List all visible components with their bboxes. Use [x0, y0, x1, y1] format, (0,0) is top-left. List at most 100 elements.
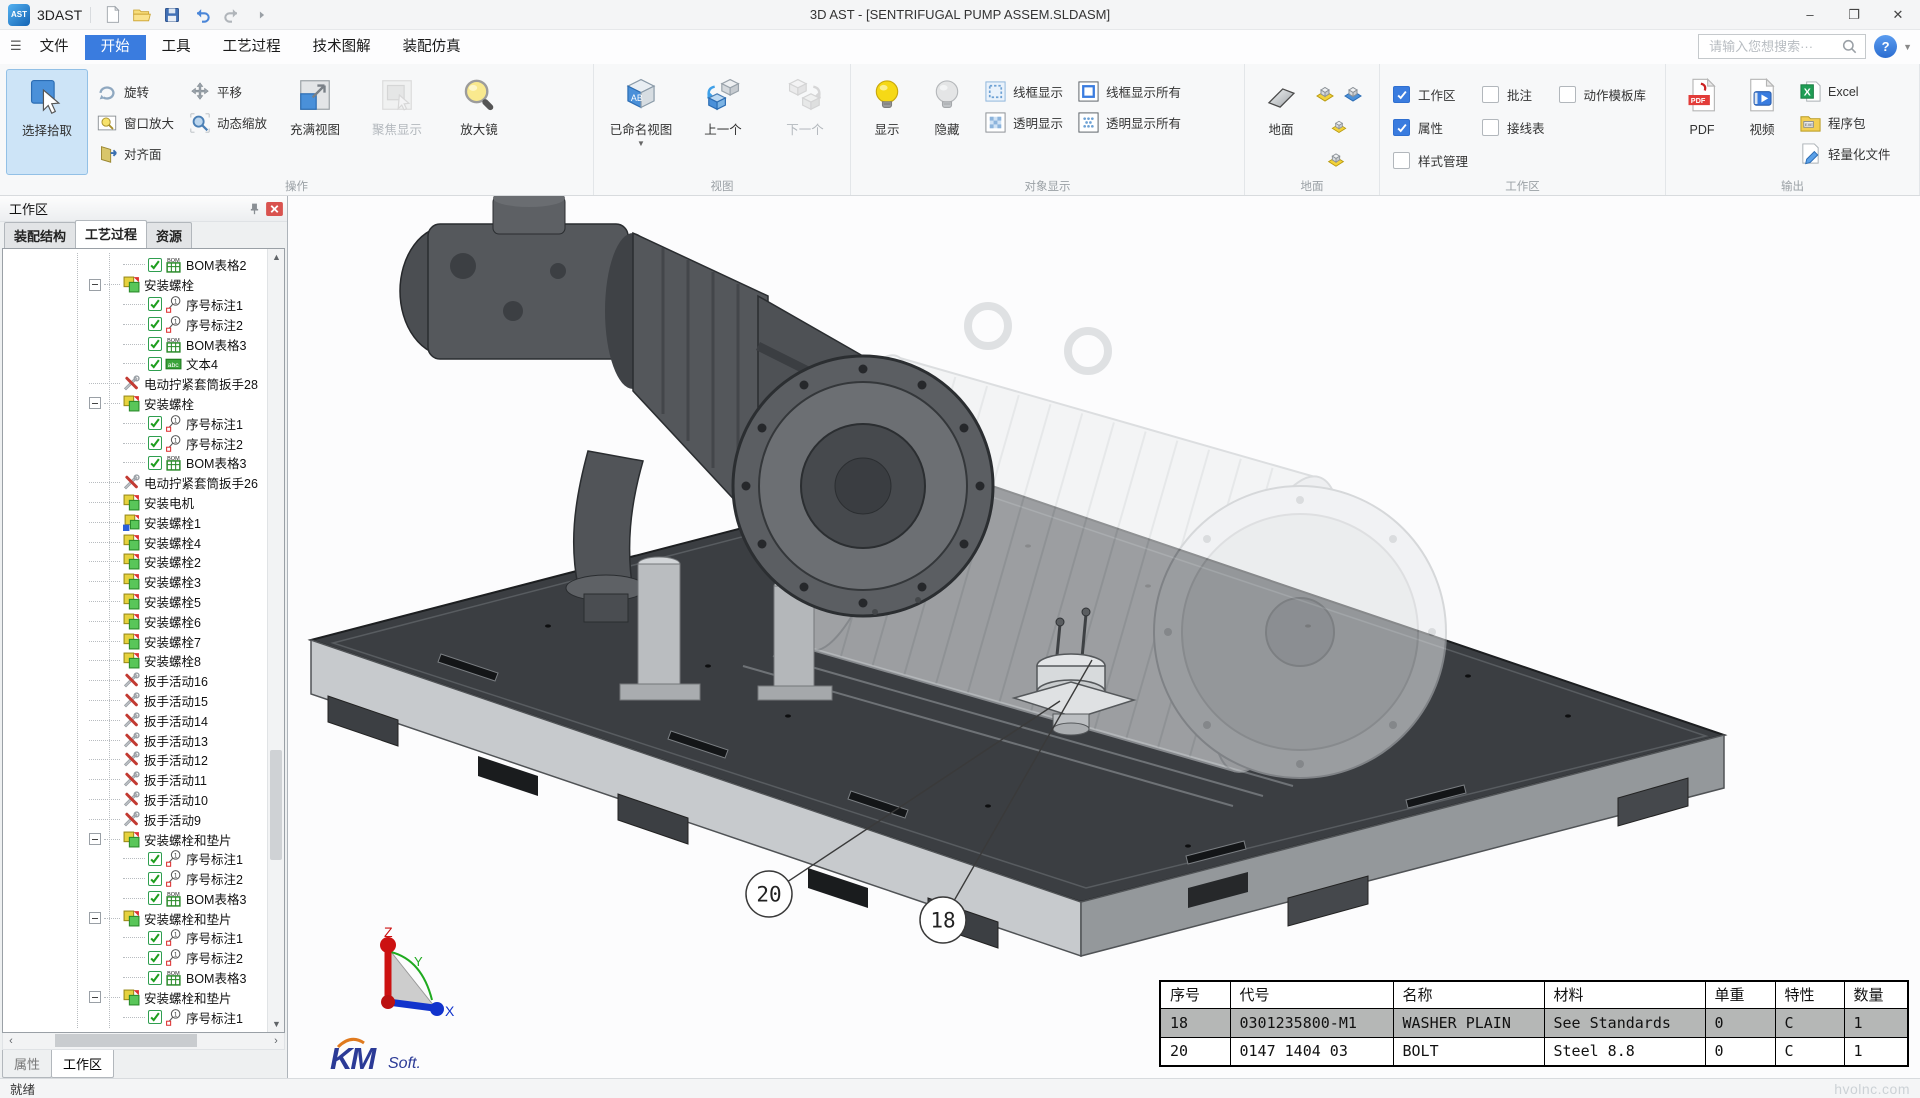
- ribbon-button-选择拾取[interactable]: 选择拾取: [6, 69, 88, 175]
- tree-item[interactable]: 1序号标注2: [3, 433, 267, 453]
- checkbox-icon[interactable]: [1393, 152, 1410, 169]
- tree-item[interactable]: 扳手活动10: [3, 790, 267, 810]
- ribbon-button-平移[interactable]: 平移: [188, 76, 267, 107]
- checkbox-checked-icon[interactable]: [148, 951, 162, 965]
- panel-tab-装配结构[interactable]: 装配结构: [4, 222, 76, 248]
- checkbox-checked-icon[interactable]: [148, 852, 162, 866]
- new-document-button[interactable]: [99, 3, 125, 27]
- menu-tab-装配仿真[interactable]: 装配仿真: [387, 35, 477, 60]
- ribbon-toggle-属性[interactable]: 属性: [1393, 111, 1468, 144]
- search-input[interactable]: [1707, 38, 1841, 55]
- cube-yellow-button[interactable]: [1313, 80, 1337, 104]
- checkbox-checked-icon[interactable]: [148, 456, 162, 470]
- tree-item[interactable]: 1序号标注1: [3, 1007, 267, 1027]
- ribbon-button-隐藏[interactable]: 隐藏: [917, 69, 977, 175]
- tree-item[interactable]: 电动拧紧套筒扳手26: [3, 473, 267, 493]
- tree-item[interactable]: 1序号标注1: [3, 295, 267, 315]
- checkbox-checked-icon[interactable]: [148, 1010, 162, 1024]
- cube-blue-button[interactable]: [1341, 80, 1365, 104]
- chevron-down-icon[interactable]: ▼: [637, 139, 645, 148]
- cube-yellow-2-button[interactable]: [1325, 147, 1347, 169]
- search-icon[interactable]: [1841, 38, 1858, 55]
- ribbon-button-动态缩放[interactable]: 动态缩放: [188, 107, 267, 138]
- tree-item[interactable]: 1序号标注1: [3, 928, 267, 948]
- checkbox-checked-icon[interactable]: [148, 891, 162, 905]
- ribbon-button-透明显示[interactable]: 透明显示: [984, 107, 1063, 138]
- tree-item[interactable]: 安装螺栓和垫片: [3, 908, 267, 928]
- scroll-down-icon[interactable]: ▼: [268, 1016, 285, 1032]
- redo-button[interactable]: [219, 3, 245, 27]
- menu-tab-文件[interactable]: 文件: [24, 35, 85, 60]
- tree-item[interactable]: 安装螺栓7: [3, 631, 267, 651]
- collapse-icon[interactable]: [89, 279, 101, 291]
- tree-item[interactable]: 扳手活动11: [3, 770, 267, 790]
- ribbon-button-上一个[interactable]: 上一个: [682, 69, 764, 175]
- tree-item[interactable]: 安装螺栓: [3, 275, 267, 295]
- checkbox-checked-icon[interactable]: [148, 416, 162, 430]
- tree-item[interactable]: 安装螺栓5: [3, 592, 267, 612]
- checkbox-checked-icon[interactable]: [148, 872, 162, 886]
- tree-item[interactable]: BOMBOM表格3: [3, 453, 267, 473]
- ribbon-button-Excel[interactable]: XExcel: [1799, 76, 1891, 107]
- menu-tab-开始[interactable]: 开始: [85, 35, 146, 60]
- tree-vertical-scrollbar[interactable]: ▲ ▼: [267, 249, 284, 1032]
- ribbon-button-PDF[interactable]: PDFPDF: [1672, 69, 1732, 175]
- tree-item[interactable]: 扳手活动16: [3, 671, 267, 691]
- tree-item[interactable]: 1序号标注1: [3, 413, 267, 433]
- ribbon-button-已命名视图[interactable]: AB已命名视图▼: [600, 69, 682, 175]
- ribbon-button-视频[interactable]: 视频: [1732, 69, 1792, 175]
- tree-item[interactable]: 1序号标注2: [3, 869, 267, 889]
- ribbon-toggle-样式管理[interactable]: 样式管理: [1393, 144, 1468, 177]
- ribbon-button-透明显示所有[interactable]: 透明显示所有: [1077, 107, 1181, 138]
- checkbox-checked-icon[interactable]: [148, 357, 162, 371]
- checkbox-checked-icon[interactable]: [148, 971, 162, 985]
- ribbon-button-线框显示所有[interactable]: 线框显示所有: [1077, 76, 1181, 107]
- scrollbar-thumb[interactable]: [270, 750, 282, 860]
- ribbon-toggle-批注[interactable]: 批注: [1482, 78, 1545, 111]
- checkbox-checked-icon[interactable]: [1393, 86, 1410, 103]
- more-button[interactable]: [249, 3, 275, 27]
- tree-item[interactable]: 安装螺栓和垫片: [3, 829, 267, 849]
- maximize-button[interactable]: ❐: [1832, 0, 1876, 30]
- viewport-3d[interactable]: 2018 Z Y X KM Soft. 序号代号名称材料单重特性数量180301…: [288, 196, 1920, 1078]
- ribbon-button-线框显示[interactable]: 线框显示: [984, 76, 1063, 107]
- ribbon-toggle-工作区[interactable]: 工作区: [1393, 78, 1468, 111]
- scroll-right-icon[interactable]: ›: [268, 1033, 284, 1048]
- checkbox-checked-icon[interactable]: [148, 317, 162, 331]
- menu-icon[interactable]: ☰: [10, 38, 22, 54]
- tree-item[interactable]: 电动拧紧套筒扳手28: [3, 374, 267, 394]
- scroll-up-icon[interactable]: ▲: [268, 249, 285, 265]
- ribbon-button-充满视图[interactable]: 充满视图: [274, 69, 356, 175]
- panel-bottom-tab-属性[interactable]: 属性: [2, 1050, 52, 1078]
- menu-tab-工艺过程[interactable]: 工艺过程: [207, 35, 297, 60]
- scroll-left-icon[interactable]: ‹: [3, 1033, 19, 1048]
- model-canvas[interactable]: 2018 Z Y X KM Soft.: [288, 196, 1920, 1078]
- panel-bottom-tab-工作区[interactable]: 工作区: [51, 1050, 114, 1078]
- tree-item[interactable]: 扳手活动14: [3, 710, 267, 730]
- search-box[interactable]: [1698, 34, 1866, 59]
- ribbon-toggle-动作模板库[interactable]: 动作模板库: [1559, 78, 1647, 111]
- tree-item[interactable]: 安装螺栓1: [3, 512, 267, 532]
- tree-item[interactable]: 扳手活动9: [3, 809, 267, 829]
- tree-item[interactable]: 扳手活动12: [3, 750, 267, 770]
- help-button[interactable]: ?: [1874, 35, 1897, 58]
- tree-item[interactable]: 安装螺栓8: [3, 651, 267, 671]
- minimize-button[interactable]: –: [1788, 0, 1832, 30]
- panel-tab-工艺过程[interactable]: 工艺过程: [75, 220, 147, 248]
- tree-item[interactable]: 安装螺栓2: [3, 552, 267, 572]
- collapse-icon[interactable]: [89, 991, 101, 1003]
- tree-item[interactable]: abc文本4: [3, 354, 267, 374]
- checkbox-checked-icon[interactable]: [148, 258, 162, 272]
- tree-item[interactable]: BOMBOM表格3: [3, 889, 267, 909]
- checkbox-icon[interactable]: [1482, 86, 1499, 103]
- tree-item[interactable]: BOMBOM表格3: [3, 968, 267, 988]
- ribbon-button-显示[interactable]: 显示: [857, 69, 917, 175]
- tree-item[interactable]: 扳手活动13: [3, 730, 267, 750]
- tree-item[interactable]: 安装螺栓4: [3, 532, 267, 552]
- ribbon-button-地面[interactable]: 地面: [1251, 69, 1311, 175]
- tree-horizontal-scrollbar[interactable]: ‹ ›: [2, 1033, 285, 1050]
- undo-button[interactable]: [189, 3, 215, 27]
- collapse-icon[interactable]: [89, 833, 101, 845]
- scrollbar-thumb[interactable]: [55, 1034, 197, 1047]
- checkbox-checked-icon[interactable]: [148, 297, 162, 311]
